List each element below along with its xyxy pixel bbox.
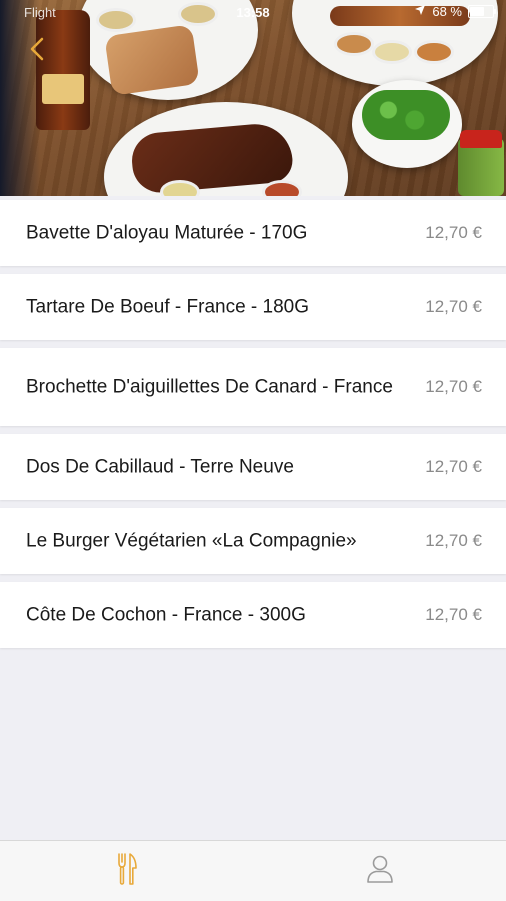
menu-item-price: 12,70 € [425,605,482,624]
menu-item[interactable]: Brochette D'aiguillettes De Canard - Fra… [0,348,506,426]
menu-item[interactable]: Bavette D'aloyau Maturée - 170G 12,70 € [0,200,506,266]
menu-item[interactable]: Dos De Cabillaud - Terre Neuve 12,70 € [0,434,506,500]
hero-food-image [0,0,506,196]
tab-menu[interactable] [0,841,253,901]
menu-item[interactable]: Le Burger Végétarien «La Compagnie» 12,7… [0,508,506,574]
battery-fill [470,7,484,16]
tab-profile[interactable] [253,841,506,901]
menu-item-name: Côte De Cochon - France - 300G [26,604,306,626]
tab-bar [0,840,506,901]
menu-item-name: Bavette D'aloyau Maturée - 170G [26,222,308,244]
location-icon [414,4,426,19]
menu-item[interactable]: Côte De Cochon - France - 300G 12,70 € [0,582,506,648]
fork-knife-icon [116,852,138,891]
menu-item-price: 12,70 € [425,223,482,242]
bottle-label [42,74,84,104]
food-salmon [104,24,200,96]
battery-icon [468,5,496,18]
chevron-left-icon [30,37,44,66]
sauce-bottle [36,10,90,130]
sauce-dish [372,40,412,64]
menu-item-price: 12,70 € [425,377,482,396]
menu-item[interactable]: Tartare De Boeuf - France - 180G 12,70 € [0,274,506,340]
spice-jar-cap [460,130,502,148]
menu-item-name: Tartare De Boeuf - France - 180G [26,296,310,318]
menu-item-price: 12,70 € [425,531,482,550]
sauce-dish [414,40,454,64]
status-bar: Flight 13:58 68 % [0,0,506,26]
sauce-dish [334,32,374,56]
menu-item-price: 12,70 € [425,457,482,476]
menu-item-name: Dos De Cabillaud - Terre Neuve [26,456,294,478]
menu-item-name: Brochette D'aiguillettes De Canard - Fra… [26,376,393,398]
user-icon [366,854,394,889]
photo-shadow [0,0,40,196]
menu-item-price: 12,70 € [425,297,482,316]
status-right: 68 % [414,4,496,19]
menu-item-name: Le Burger Végétarien «La Compagnie» [26,530,357,552]
spice-jar [458,130,504,196]
battery-percent: 68 % [432,4,462,19]
food-peas [362,90,450,140]
back-button[interactable] [22,34,52,68]
